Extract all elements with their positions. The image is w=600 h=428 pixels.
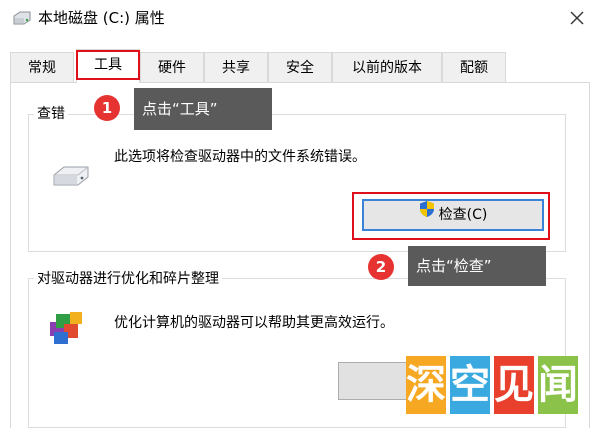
callout-2: 点击“检查”	[408, 246, 546, 286]
tab-tools[interactable]: 工具	[76, 49, 140, 83]
defrag-icon	[48, 308, 90, 346]
shield-icon	[419, 200, 435, 228]
callout-2-text: 点击“检查”	[416, 257, 492, 275]
watermark-char-2: 空	[450, 356, 490, 414]
drive-icon	[12, 10, 32, 25]
check-button[interactable]: 检查(C)	[362, 199, 544, 231]
optimize-button[interactable]	[338, 362, 414, 400]
close-button[interactable]	[560, 4, 594, 32]
watermark-char-4: 闻	[538, 356, 578, 414]
optimize-description: 优化计算机的驱动器可以帮助其更高效运行。	[114, 315, 394, 331]
error-check-description: 此选项将检查驱动器中的文件系统错误。	[114, 149, 366, 165]
watermark-char-1: 深	[406, 356, 446, 414]
title-bar: 本地磁盘 (C:) 属性	[0, 0, 600, 38]
window-title: 本地磁盘 (C:) 属性	[38, 9, 165, 27]
step-1-badge: 1	[94, 95, 120, 121]
tab-sharing[interactable]: 共享	[204, 52, 268, 82]
watermark-char-3: 见	[494, 356, 534, 414]
tab-general[interactable]: 常规	[10, 52, 74, 82]
tab-hardware[interactable]: 硬件	[140, 52, 204, 82]
check-button-label: 检查(C)	[438, 207, 488, 223]
hard-drive-icon	[50, 163, 90, 191]
callout-1-text: 点击“工具”	[142, 100, 218, 118]
tab-quota[interactable]: 配额	[442, 52, 506, 82]
close-icon	[570, 11, 584, 25]
callout-1: 点击“工具”	[134, 88, 272, 130]
step-2-badge: 2	[368, 254, 394, 280]
tab-security[interactable]: 安全	[268, 52, 332, 82]
watermark-logo: 深 空 见 闻	[406, 354, 584, 420]
tab-previous-versions[interactable]: 以前的版本	[332, 52, 442, 82]
error-check-title: 查错	[34, 105, 68, 123]
optimize-title: 对驱动器进行优化和碎片整理	[34, 270, 222, 288]
